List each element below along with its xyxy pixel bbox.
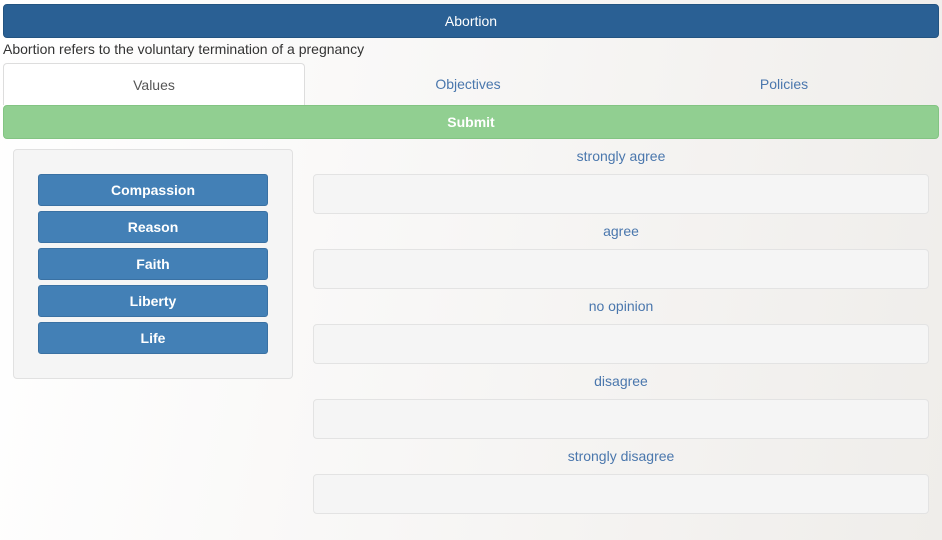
tab-objectives[interactable]: Objectives	[310, 63, 626, 105]
zone-label-disagree: disagree	[594, 373, 648, 389]
drop-zone-no-opinion[interactable]	[313, 324, 929, 364]
topic-description: Abortion refers to the voluntary termina…	[3, 41, 365, 57]
zone-label-strongly-disagree: strongly disagree	[567, 448, 675, 464]
value-item-liberty[interactable]: Liberty	[38, 285, 268, 317]
drop-zone-strongly-agree[interactable]	[313, 174, 929, 214]
tab-values[interactable]: Values	[3, 63, 305, 105]
zone-label-strongly-agree: strongly agree	[576, 148, 666, 164]
topic-header: Abortion	[3, 4, 939, 38]
topic-title: Abortion	[444, 13, 498, 29]
submit-button[interactable]: Submit	[3, 105, 939, 139]
value-item-compassion[interactable]: Compassion	[38, 174, 268, 206]
value-item-reason[interactable]: Reason	[38, 211, 268, 243]
zone-label-agree: agree	[603, 223, 639, 239]
drop-zone-disagree[interactable]	[313, 399, 929, 439]
values-pool: Compassion Reason Faith Liberty Life	[13, 149, 293, 379]
tab-policies[interactable]: Policies	[626, 63, 942, 105]
value-item-faith[interactable]: Faith	[38, 248, 268, 280]
value-item-life[interactable]: Life	[38, 322, 268, 354]
drop-zone-agree[interactable]	[313, 249, 929, 289]
tab-bar: Values Objectives Policies	[3, 63, 939, 105]
drop-zone-strongly-disagree[interactable]	[313, 474, 929, 514]
zone-label-no-opinion: no opinion	[588, 298, 654, 314]
